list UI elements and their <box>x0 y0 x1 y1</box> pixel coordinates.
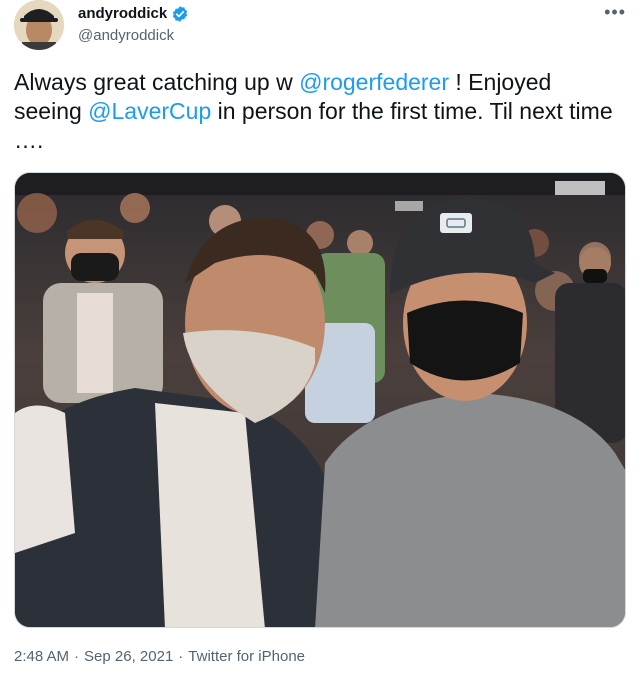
tweet-text-segment: Always great catching up w <box>14 69 300 95</box>
mention-lavercup[interactable]: @LaverCup <box>88 98 211 124</box>
tweet-header: andyroddick @andyroddick ••• <box>0 0 640 56</box>
display-name[interactable]: andyroddick <box>78 4 167 24</box>
verified-badge-icon <box>171 5 189 23</box>
meta-separator: · <box>74 648 80 665</box>
avatar[interactable] <box>14 0 64 50</box>
tweet-meta: 2:48 AM · Sep 26, 2021 · Twitter for iPh… <box>14 648 305 665</box>
tweet-text: Always great catching up w @rogerfederer… <box>14 68 614 155</box>
tweet-source[interactable]: Twitter for iPhone <box>188 648 305 665</box>
more-horizontal-icon[interactable]: ••• <box>604 2 626 23</box>
meta-separator: · <box>178 648 184 665</box>
mention-rogerfederer[interactable]: @rogerfederer <box>299 69 449 95</box>
tweet-time[interactable]: 2:48 AM <box>14 648 69 665</box>
user-handle[interactable]: @andyroddick <box>78 26 189 46</box>
tweet-photo[interactable] <box>14 172 626 628</box>
tweet-date[interactable]: Sep 26, 2021 <box>84 648 173 665</box>
